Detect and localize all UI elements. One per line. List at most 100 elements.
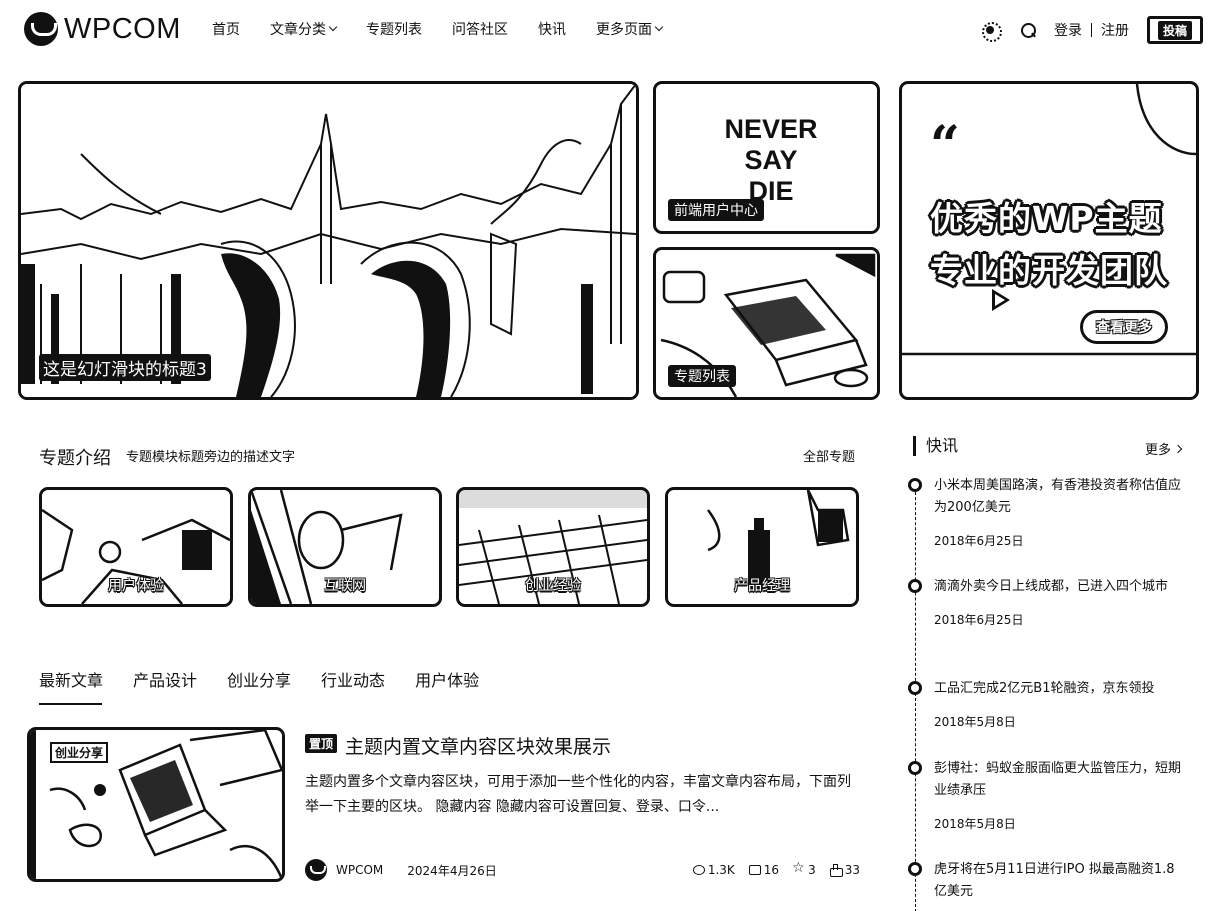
slide-caption[interactable]: 这是幻灯滑块的标题3 [39, 354, 211, 381]
logo-text: WPCOM [64, 12, 181, 45]
promo-banner[interactable]: “ 优秀的WP主题 专业的开发团队 查看更多 [899, 81, 1199, 400]
timeline-dot-icon [908, 761, 922, 775]
nav-item-news[interactable]: 快讯 [538, 19, 566, 39]
tab-industry-news[interactable]: 行业动态 [321, 667, 385, 691]
pinned-badge: 置顶 [305, 734, 338, 753]
article-tabs: 最新文章 产品设计 创业分享 行业动态 用户体验 [39, 667, 509, 705]
topic-card-internet[interactable]: 互联网 [248, 487, 442, 607]
slide-image [21, 84, 636, 397]
tab-latest[interactable]: 最新文章 [39, 667, 103, 705]
section-description: 专题模块标题旁边的描述文字 [126, 450, 296, 465]
poster-line: NEVER [724, 114, 818, 144]
login-link[interactable]: 登录 [1054, 20, 1082, 40]
news-item[interactable]: 小米本周美国路演，有香港投资者称估值应为200亿美元 2018年6月25日 [907, 475, 1187, 549]
nav-label: 专题列表 [366, 22, 422, 38]
tab-product-design[interactable]: 产品设计 [133, 667, 197, 691]
topic-caption: 创业经验 [525, 578, 581, 594]
main-nav: 首页 文章分类 专题列表 问答社区 快讯 更多页面 [212, 19, 692, 39]
promo-headline: 优秀的WP主题 [930, 199, 1163, 238]
news-title[interactable]: 虎牙将在5月11日进行IPO 拟最高融资1.8亿美元 [934, 859, 1187, 903]
news-item[interactable]: 虎牙将在5月11日进行IPO 拟最高融资1.8亿美元 [907, 859, 1187, 903]
news-date: 2018年6月25日 [934, 613, 1024, 627]
nav-item-topics[interactable]: 专题列表 [366, 19, 422, 39]
nav-label: 问答社区 [452, 22, 508, 38]
poster-text: NEVER SAY DIE [716, 114, 826, 207]
news-title[interactable]: 滴滴外卖今日上线成都，已进入四个城市 [934, 576, 1187, 598]
topic-caption: 产品经理 [734, 578, 790, 594]
more-label: 更多 [1145, 443, 1172, 458]
view-more-button[interactable]: 查看更多 [1080, 310, 1168, 344]
comments-stat: 16 [748, 863, 780, 877]
nav-label: 首页 [212, 22, 240, 38]
timeline-dot-icon [908, 579, 922, 593]
search-icon[interactable] [1020, 22, 1036, 38]
sun-icon[interactable] [982, 22, 1002, 42]
nav-item-categories[interactable]: 文章分类 [270, 19, 338, 39]
quote-icon: “ [930, 115, 960, 176]
article-title[interactable]: 主题内置文章内容区块效果展示 [345, 732, 611, 759]
topic-card-startup[interactable]: 创业经验 [456, 487, 650, 607]
hero-card-user-center[interactable]: NEVER SAY DIE 前端用户中心 [653, 81, 880, 234]
news-item[interactable]: 工品汇完成2亿元B1轮融资，京东领投 2018年5月8日 [907, 678, 1187, 730]
comment-icon [748, 865, 761, 875]
chevron-down-icon [328, 22, 338, 32]
likes-count: 33 [844, 863, 860, 877]
category-tag[interactable]: 创业分享 [50, 742, 109, 763]
divider [1091, 23, 1092, 37]
article-meta: WPCOM 2024年4月26日 1.3K 16 3 33 [305, 858, 860, 882]
logo-icon [24, 12, 58, 46]
hero-card-topics[interactable]: 专题列表 [653, 247, 880, 400]
chevron-right-icon [1173, 444, 1183, 453]
news-title[interactable]: 工品汇完成2亿元B1轮融资，京东领投 [934, 678, 1187, 700]
timeline-dot-icon [908, 478, 922, 492]
topic-caption: 互联网 [324, 578, 366, 594]
article-excerpt: 主题内置多个文章内容区块，可用于添加一些个性化的内容，丰富文章内容布局，下面列举… [305, 774, 851, 815]
timeline-dot-icon [908, 862, 922, 876]
news-title[interactable]: 彭博社：蚂蚁金服面临更大监管压力，短期业绩承压 [934, 758, 1187, 802]
eye-icon [692, 865, 705, 875]
star-icon [792, 860, 805, 876]
news-item[interactable]: 滴滴外卖今日上线成都，已进入四个城市 2018年6月25日 [907, 576, 1187, 628]
news-date: 2018年5月8日 [934, 715, 1016, 729]
article-date: 2024年4月26日 [407, 863, 497, 878]
site-header: WPCOM 首页 文章分类 专题列表 问答社区 快讯 更多页面 登录 注册 投稿 [0, 0, 1219, 60]
views-count: 1.3K [707, 863, 735, 877]
hero-slider[interactable]: 这是幻灯滑块的标题3 [18, 81, 639, 400]
author-name[interactable]: WPCOM [336, 863, 383, 877]
news-date: 2018年6月25日 [934, 534, 1024, 548]
nav-item-more[interactable]: 更多页面 [596, 19, 664, 39]
submit-label: 投稿 [1157, 20, 1192, 40]
register-link[interactable]: 注册 [1101, 20, 1129, 40]
card-caption: 前端用户中心 [668, 199, 764, 221]
article-stats: 1.3K 16 3 33 [692, 860, 860, 877]
nav-item-home[interactable]: 首页 [212, 19, 240, 39]
tab-startup-share[interactable]: 创业分享 [227, 667, 291, 691]
poster-line: SAY [744, 145, 798, 175]
submit-post-button[interactable]: 投稿 [1147, 16, 1203, 44]
nav-item-qa[interactable]: 问答社区 [452, 19, 508, 39]
promo-subheadline: 专业的开发团队 [930, 251, 1168, 290]
article-thumbnail[interactable]: 创业分享 [27, 727, 285, 882]
news-title[interactable]: 小米本周美国路演，有香港投资者称估值应为200亿美元 [934, 475, 1187, 519]
comments-count: 16 [763, 863, 780, 877]
chevron-down-icon [654, 22, 664, 32]
topic-card-product-manager[interactable]: 产品经理 [665, 487, 859, 607]
site-logo[interactable]: WPCOM [24, 12, 181, 46]
avatar[interactable] [305, 859, 327, 881]
topic-caption: 用户体验 [108, 578, 164, 594]
stars-stat[interactable]: 3 [792, 860, 816, 877]
news-more-link[interactable]: 更多 [1145, 439, 1183, 458]
all-topics-link[interactable]: 全部专题 [803, 446, 855, 465]
tab-user-experience[interactable]: 用户体验 [415, 667, 479, 691]
views-stat: 1.3K [692, 863, 735, 877]
card-caption: 专题列表 [668, 365, 736, 387]
section-title: 专题介绍 [39, 448, 111, 469]
topic-card-user-experience[interactable]: 用户体验 [39, 487, 233, 607]
nav-label: 文章分类 [270, 22, 326, 38]
news-widget-title: 快讯 [913, 436, 958, 456]
nav-label: 更多页面 [596, 22, 652, 38]
likes-stat[interactable]: 33 [829, 863, 860, 877]
header-actions: 登录 注册 投稿 [982, 16, 1203, 44]
timeline-dot-icon [908, 681, 922, 695]
news-item[interactable]: 彭博社：蚂蚁金服面临更大监管压力，短期业绩承压 2018年5月8日 [907, 758, 1187, 832]
